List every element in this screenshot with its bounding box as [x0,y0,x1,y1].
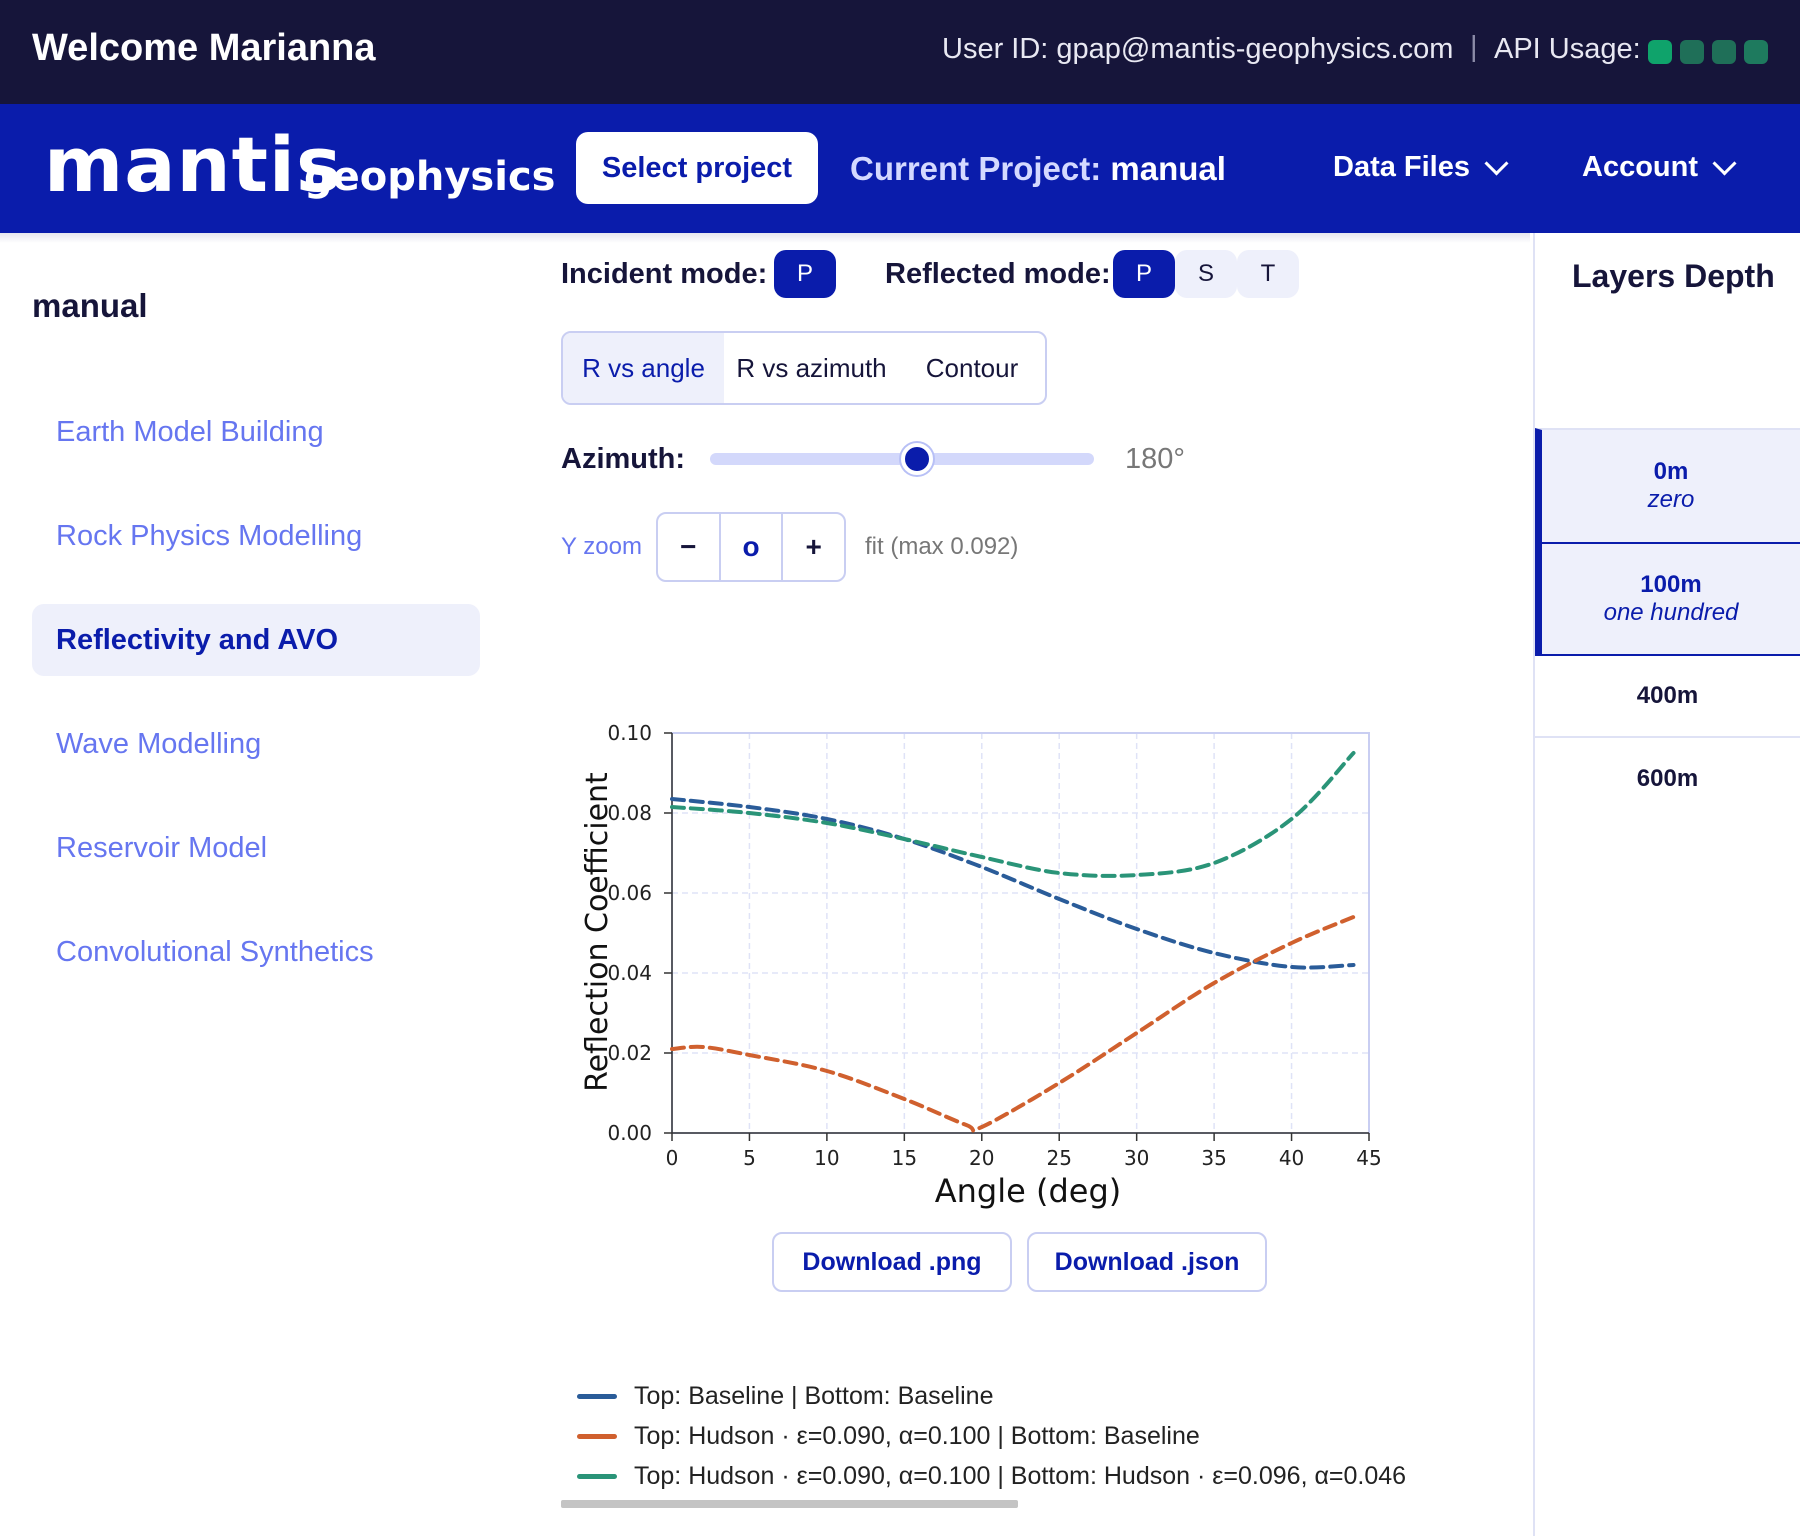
select-project-button[interactable]: Select project [576,132,818,204]
sidebar-item-convolutional-synthetics[interactable]: Convolutional Synthetics [32,916,480,988]
tab-contour[interactable]: Contour [899,333,1045,403]
tab-r-vs-angle[interactable]: R vs angle [563,333,724,403]
layer-depth: 100m [1640,571,1702,598]
incident-mode-label: Incident mode: [561,258,768,290]
view-tabs: R vs angle R vs azimuth Contour [561,331,1047,405]
azimuth-label: Azimuth: [561,443,686,475]
series-line-2 [670,751,1356,878]
reflected-mode-label: Reflected mode: [885,258,1111,290]
reflected-mode-t-button[interactable]: T [1237,250,1299,298]
legend-label: Top: Baseline | Bottom: Baseline [634,1382,994,1410]
layer-depth: 400m [1636,682,1699,709]
reflected-mode-p-button[interactable]: P [1113,250,1175,298]
account-label: Account [1582,151,1698,183]
series-line-0 [670,797,1356,970]
layer-name: one hundred [1603,599,1739,626]
y-tick-label: 0.10 [607,721,652,745]
sidebar-project-name: manual [32,287,148,324]
legend-label: Top: Hudson · ε=0.090, α=0.100 | Bottom:… [634,1422,1200,1450]
current-project-name: manual [1110,150,1226,187]
layer-name: zero [1647,486,1695,513]
legend-swatch [577,1394,617,1399]
layer-item-600m[interactable]: 600m [1535,738,1800,820]
x-tick-label: 35 [1201,1146,1226,1170]
reflected-mode-s-button[interactable]: S [1175,250,1237,298]
y-zoom-label: Y zoom [561,533,642,560]
chevron-down-icon [1484,151,1509,176]
download-png-button[interactable]: Download .png [772,1232,1012,1292]
zoom-in-button[interactable]: + [783,514,844,580]
legend-item-1: Top: Hudson · ε=0.090, α=0.100 | Bottom:… [577,1422,1200,1451]
separator: | [1470,31,1478,63]
legend-item-0: Top: Baseline | Bottom: Baseline [577,1382,993,1411]
layer-depth: 0m [1653,458,1689,485]
legend-item-2: Top: Hudson · ε=0.090, α=0.100 | Bottom:… [577,1462,1406,1491]
sidebar-item-reflectivity-and-avo[interactable]: Reflectivity and AVO [32,604,480,676]
layer-item-0m[interactable]: 0m zero [1535,428,1800,542]
sidebar-item-rock-physics-modelling[interactable]: Rock Physics Modelling [32,500,480,572]
x-tick-label: 0 [666,1146,679,1170]
current-project: Current Project: manual [850,150,1226,188]
data-files-menu[interactable]: Data Files [1333,151,1509,184]
x-tick-label: 15 [892,1146,917,1170]
api-usage-indicator [1648,40,1768,64]
fit-label: fit (max 0.092) [865,533,1019,560]
plot-frame [671,732,1370,1134]
legend-label: Top: Hudson · ε=0.090, α=0.100 | Bottom:… [634,1462,1407,1490]
zoom-out-button[interactable]: − [658,514,721,580]
chart-axes [671,732,1370,1134]
x-tick-label: 20 [969,1146,994,1170]
nav-shadow [0,233,1530,243]
y-axis-label: Reflection Coefficient [580,772,615,1092]
sidebar-item-wave-modelling[interactable]: Wave Modelling [32,708,480,780]
logo-main: mantis [44,120,343,209]
series-line-1 [670,915,1356,1133]
chart-grid [671,732,1370,1134]
legend-swatch [577,1474,617,1479]
incident-mode-p-button[interactable]: P [774,250,836,298]
x-tick-label: 40 [1279,1146,1304,1170]
welcome-text: Welcome Marianna [32,27,376,69]
chart-series [670,751,1356,1133]
api-usage-label: API Usage: [1494,33,1641,65]
sidebar-item-reservoir-model[interactable]: Reservoir Model [32,812,480,884]
azimuth-slider-thumb[interactable] [901,443,934,475]
legend-swatch [577,1434,617,1439]
zoom-reset-button[interactable]: o [721,514,784,580]
reflection-chart: 0 5 10 15 20 25 30 35 40 450.000.020.040.060.080.… [580,721,1382,1210]
api-usage-dot [1744,40,1768,64]
x-tick-label: 5 [743,1146,756,1170]
user-id: User ID: gpap@mantis-geophysics.com [942,33,1454,65]
account-menu[interactable]: Account [1582,151,1737,184]
api-usage-dot [1712,40,1736,64]
current-project-label: Current Project: [850,150,1102,187]
layer-item-100m[interactable]: 100m one hundred [1535,542,1800,656]
layers-depth-title: Layers Depth [1572,258,1775,294]
x-tick-label: 25 [1046,1146,1071,1170]
azimuth-value: 180° [1125,443,1185,475]
x-tick-label: 30 [1124,1146,1149,1170]
x-axis-label: Angle (deg) [935,1172,1122,1210]
layer-item-400m[interactable]: 400m [1535,656,1800,738]
chevron-down-icon [1712,151,1737,176]
x-tick-label: 10 [814,1146,839,1170]
y-tick-label: 0.00 [607,1121,652,1145]
y-zoom-controls: − o + [656,512,846,582]
chart-ticks: 0 5 10 15 20 25 30 35 40 450.000.020.040.060.080.… [607,721,1381,1170]
layer-depth: 600m [1636,765,1699,792]
api-usage-dot [1680,40,1704,64]
horizontal-scrollbar[interactable] [561,1500,1018,1508]
data-files-label: Data Files [1333,151,1470,183]
logo-sub: geophysics [304,154,556,200]
tab-r-vs-azimuth[interactable]: R vs azimuth [724,333,899,403]
x-tick-label: 45 [1356,1146,1381,1170]
sidebar-item-earth-model-building[interactable]: Earth Model Building [32,396,480,468]
download-json-button[interactable]: Download .json [1027,1232,1267,1292]
api-usage-dot [1648,40,1672,64]
